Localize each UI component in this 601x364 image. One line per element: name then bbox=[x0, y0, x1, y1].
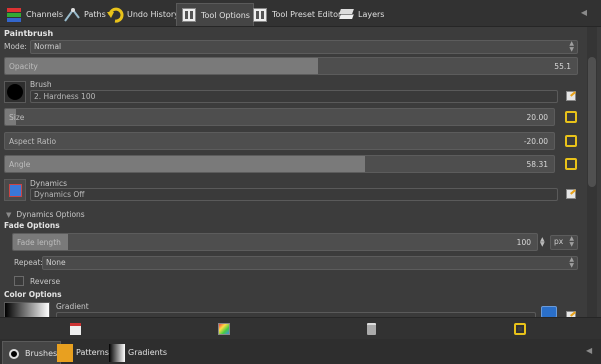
tab-label: Tool Options bbox=[201, 10, 250, 20]
gradients-icon bbox=[109, 343, 125, 362]
angle-slider[interactable]: Angle 58.31 bbox=[4, 155, 555, 173]
reset-angle-icon[interactable] bbox=[565, 158, 577, 170]
dynamics-options-expander[interactable]: ▼ Dynamics Options bbox=[6, 210, 85, 219]
aspect-ratio-label: Aspect Ratio bbox=[9, 137, 57, 146]
reverse-checkbox[interactable] bbox=[14, 276, 24, 286]
top-tab-bar: Channels Paths Undo History Tool Options… bbox=[0, 0, 601, 27]
brush-preview[interactable] bbox=[4, 81, 26, 103]
fade-unit-combo[interactable]: px ▲ ▼ bbox=[550, 235, 578, 250]
edit-dynamics-icon[interactable] bbox=[566, 189, 576, 199]
bottom-tab-bar: Brushes Patterns Gradients ◀ bbox=[0, 339, 601, 364]
tool-options-icon bbox=[180, 6, 198, 24]
angle-fill bbox=[5, 156, 365, 172]
reverse-label: Reverse bbox=[30, 276, 61, 286]
combo-arrows-icon: ▲ ▼ bbox=[569, 235, 574, 248]
mode-value: Normal bbox=[34, 42, 62, 51]
tab-tool-options[interactable]: Tool Options bbox=[176, 3, 254, 26]
tab-gradients[interactable]: Gradients bbox=[106, 341, 170, 364]
fade-unit-value: px bbox=[554, 237, 564, 246]
tab-label: Brushes bbox=[25, 348, 58, 358]
scrollbar-thumb[interactable] bbox=[588, 57, 596, 187]
tab-menu-icon[interactable]: ◀ bbox=[581, 8, 587, 17]
expander-arrow-icon: ▼ bbox=[6, 210, 12, 219]
channels-icon bbox=[5, 6, 23, 24]
mode-label: Mode: bbox=[4, 42, 27, 51]
opacity-fill bbox=[5, 58, 319, 74]
reset-size-icon[interactable] bbox=[565, 111, 577, 123]
reset-tool-options-icon[interactable] bbox=[514, 323, 526, 335]
opacity-value: 55.1 bbox=[554, 62, 571, 71]
brush-label: Brush bbox=[30, 80, 52, 89]
brush-name-field[interactable]: 2. Hardness 100 bbox=[30, 90, 558, 103]
aspect-ratio-value: -20.00 bbox=[523, 137, 548, 146]
angle-value: 58.31 bbox=[526, 160, 548, 169]
tool-options-panel: Paintbrush Mode: Normal ▲ ▼ Opacity 55.1 … bbox=[0, 27, 585, 317]
tool-title: Paintbrush bbox=[4, 29, 54, 38]
repeat-label: Repeat: bbox=[14, 258, 43, 267]
mode-combo[interactable]: Normal ▲ ▼ bbox=[30, 40, 578, 54]
gradient-label: Gradient bbox=[56, 302, 89, 311]
gradient-preview[interactable] bbox=[4, 302, 50, 317]
reverse-checkbox-row[interactable]: Reverse bbox=[14, 276, 60, 286]
restore-tool-options-icon[interactable] bbox=[218, 323, 230, 335]
brushes-icon bbox=[6, 344, 22, 362]
panel-scrollbar[interactable] bbox=[587, 27, 597, 317]
patterns-icon bbox=[57, 343, 73, 362]
size-value: 20.00 bbox=[526, 113, 548, 122]
bottom-toolbar bbox=[0, 317, 601, 339]
tab-label: Undo History bbox=[127, 10, 179, 19]
fade-length-spinner-icon[interactable]: ▲ ▼ bbox=[540, 237, 545, 248]
tab-paths[interactable]: Paths bbox=[60, 3, 109, 26]
tab-label: Tool Preset Editor bbox=[272, 10, 342, 19]
tab-label: Gradients bbox=[128, 348, 167, 357]
tab-label: Patterns bbox=[76, 348, 109, 357]
opacity-label: Opacity bbox=[9, 62, 38, 71]
tab-label: Layers bbox=[358, 10, 385, 19]
tab-patterns[interactable]: Patterns bbox=[54, 341, 112, 364]
dynamics-label: Dynamics bbox=[30, 179, 67, 188]
angle-label: Angle bbox=[9, 160, 31, 169]
fade-options-title: Fade Options bbox=[4, 221, 60, 230]
paths-icon bbox=[63, 6, 81, 24]
dynamics-icon bbox=[9, 184, 22, 197]
tab-label: Channels bbox=[26, 10, 64, 19]
dynamics-options-label: Dynamics Options bbox=[16, 210, 85, 219]
dynamics-name-field[interactable]: Dynamics Off bbox=[30, 188, 558, 201]
aspect-ratio-slider[interactable]: Aspect Ratio -20.00 bbox=[4, 132, 555, 150]
fade-length-label: Fade length bbox=[17, 238, 61, 247]
tab-brushes[interactable]: Brushes bbox=[2, 341, 62, 364]
undo-history-icon bbox=[106, 6, 124, 24]
dynamics-preview[interactable] bbox=[4, 179, 26, 201]
combo-arrows-icon: ▲ ▼ bbox=[569, 40, 574, 53]
repeat-value: None bbox=[46, 258, 66, 267]
fade-length-slider[interactable]: Fade length 100 bbox=[12, 233, 538, 251]
tab-undo-history[interactable]: Undo History bbox=[103, 3, 182, 26]
fade-length-value: 100 bbox=[516, 238, 531, 247]
layers-icon bbox=[337, 6, 355, 24]
size-slider[interactable]: Size 20.00 bbox=[4, 108, 555, 126]
opacity-slider[interactable]: Opacity 55.1 bbox=[4, 57, 578, 75]
edit-brush-icon[interactable] bbox=[566, 91, 576, 101]
gradient-reverse-button[interactable] bbox=[541, 306, 557, 317]
combo-arrows-icon: ▲ ▼ bbox=[569, 256, 574, 269]
tab-tool-preset-editor[interactable]: Tool Preset Editor bbox=[248, 3, 344, 26]
tool-preset-editor-icon bbox=[251, 6, 269, 24]
tab-layers[interactable]: Layers bbox=[334, 3, 387, 26]
delete-tool-options-icon[interactable] bbox=[367, 323, 376, 335]
bottom-tab-menu-icon[interactable]: ◀ bbox=[586, 346, 592, 355]
save-tool-options-icon[interactable] bbox=[70, 323, 81, 335]
tab-channels[interactable]: Channels bbox=[2, 3, 66, 26]
size-label: Size bbox=[9, 113, 25, 122]
reset-aspect-ratio-icon[interactable] bbox=[565, 135, 577, 147]
brush-shape-icon bbox=[7, 84, 23, 100]
color-options-title: Color Options bbox=[4, 290, 62, 299]
repeat-combo[interactable]: None ▲ ▼ bbox=[42, 256, 578, 270]
